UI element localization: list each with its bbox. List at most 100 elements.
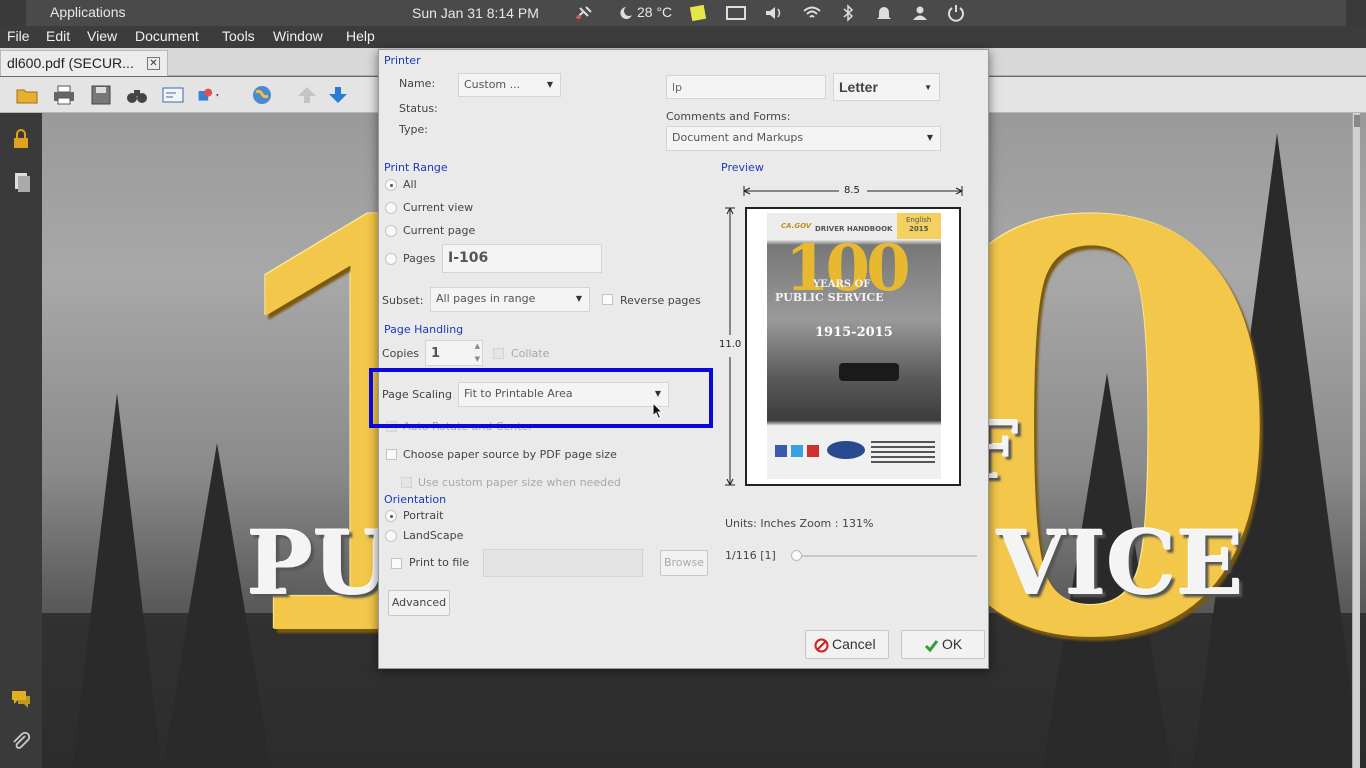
user-icon[interactable] — [910, 4, 930, 22]
print-range-heading: Print Range — [384, 161, 448, 174]
cover-year: 2015 — [909, 225, 929, 233]
print-to-file-checkbox[interactable] — [391, 558, 402, 569]
binoculars-icon[interactable] — [125, 84, 149, 106]
comments-forms-label: Comments and Forms: — [666, 110, 791, 123]
ok-label: OK — [942, 636, 963, 652]
scrollbar-thumb[interactable] — [1354, 115, 1360, 127]
vertical-scrollbar[interactable] — [1352, 113, 1360, 768]
screen-icon[interactable] — [726, 4, 746, 22]
comments-icon[interactable] — [10, 688, 32, 710]
printer-input[interactable]: lp — [666, 75, 826, 99]
paper-size-select[interactable]: Letter ▼ — [833, 73, 940, 101]
radio-pages[interactable] — [385, 253, 397, 265]
bluetooth-icon[interactable] — [838, 4, 858, 22]
radio-all-label[interactable]: All — [403, 178, 417, 191]
cover-vintage-car — [839, 363, 899, 381]
radio-current-page-label[interactable]: Current page — [403, 224, 475, 237]
comments-forms-select[interactable]: Document and Markups ▼ — [666, 126, 941, 151]
pages-icon[interactable] — [10, 171, 32, 193]
reverse-pages-label[interactable]: Reverse pages — [620, 294, 701, 307]
type-label: Type: — [399, 123, 428, 136]
save-icon[interactable] — [89, 84, 113, 106]
menu-document[interactable]: Document — [135, 28, 199, 44]
document-tab[interactable]: dl600.pdf (SECUR... ✕ — [0, 50, 168, 76]
radio-portrait-label[interactable]: Portrait — [403, 509, 443, 522]
radio-current-view-label[interactable]: Current view — [403, 201, 473, 214]
menu-file[interactable]: File — [7, 28, 30, 44]
wifi-icon[interactable] — [802, 4, 822, 22]
radio-all[interactable] — [385, 179, 397, 191]
temperature[interactable]: 28 °C — [637, 4, 672, 20]
attachment-icon[interactable] — [10, 730, 32, 752]
volume-icon[interactable] — [764, 4, 784, 22]
preview-page-slider[interactable] — [791, 550, 977, 561]
share-icon[interactable] — [197, 84, 221, 106]
down-arrow-icon[interactable] — [326, 84, 350, 106]
clock[interactable]: Sun Jan 31 8:14 PM — [412, 5, 539, 21]
power-icon[interactable] — [946, 4, 966, 22]
satellite-icon[interactable] — [574, 4, 594, 22]
radio-pages-label[interactable]: Pages — [403, 252, 435, 265]
collate-label: Collate — [511, 347, 550, 360]
slider-knob[interactable] — [791, 550, 802, 561]
printer-name-select[interactable]: Custom ... ▼ — [458, 73, 561, 97]
radio-portrait[interactable] — [385, 510, 397, 522]
radio-current-view[interactable] — [385, 202, 397, 214]
subset-value: All pages in range — [436, 292, 536, 305]
cancel-button[interactable]: Cancel — [805, 630, 889, 659]
advanced-button[interactable]: Advanced — [388, 590, 450, 616]
browse-button[interactable]: Browse — [660, 550, 708, 576]
custom-paper-checkbox[interactable] — [401, 477, 412, 488]
cover-credits — [871, 441, 935, 465]
globe-icon[interactable] — [250, 84, 274, 106]
status-label: Status: — [399, 102, 438, 115]
sticky-note-icon[interactable] — [688, 4, 708, 22]
reverse-pages-checkbox[interactable] — [602, 294, 613, 305]
lock-icon[interactable] — [10, 128, 32, 150]
chevron-down-icon: ▼ — [575, 294, 582, 303]
open-folder-icon[interactable] — [15, 84, 39, 106]
preview-width: 8.5 — [844, 185, 860, 196]
radio-current-page[interactable] — [385, 225, 397, 237]
ok-button[interactable]: OK — [901, 630, 985, 659]
cover-years-of: YEARS OF — [813, 279, 871, 290]
pages-range-input[interactable]: I-106 — [442, 244, 602, 273]
copies-value: 1 — [431, 346, 441, 361]
page-indicator: 1/116 [1] — [725, 549, 776, 562]
print-to-file-label[interactable]: Print to file — [409, 556, 469, 569]
subset-label: Subset: — [382, 294, 424, 307]
bell-icon[interactable] — [874, 4, 894, 22]
preview-heading: Preview — [721, 161, 764, 174]
youtube-icon — [807, 445, 819, 457]
print-icon[interactable] — [52, 84, 76, 106]
cover-lang: English — [906, 216, 932, 224]
menu-view[interactable]: View — [87, 28, 117, 44]
menu-help[interactable]: Help — [346, 28, 375, 44]
menu-edit[interactable]: Edit — [46, 28, 70, 44]
cover-public-service: PUBLIC SERVICE — [775, 291, 884, 304]
weather-moon-icon — [620, 7, 632, 19]
chevron-down-icon: ▼ — [924, 83, 932, 92]
copies-stepper[interactable]: 1 ▲ ▼ — [425, 340, 483, 366]
paper-source-checkbox[interactable] — [386, 449, 397, 460]
up-arrow-icon[interactable] — [295, 84, 319, 106]
tab-label: dl600.pdf (SECUR... — [7, 55, 134, 71]
email-icon[interactable] — [161, 84, 185, 106]
subset-select[interactable]: All pages in range ▼ — [430, 287, 590, 312]
left-sidebar-rail — [0, 113, 42, 768]
facebook-icon — [775, 445, 787, 457]
paper-source-label[interactable]: Choose paper source by PDF page size — [403, 448, 617, 461]
spin-up-icon[interactable]: ▲ — [475, 342, 480, 350]
panel-corner-right — [1346, 0, 1366, 26]
close-icon[interactable]: ✕ — [147, 57, 160, 70]
radio-landscape-label[interactable]: LandScape — [403, 529, 463, 542]
print-to-file-path[interactable] — [483, 549, 643, 577]
spin-down-icon[interactable]: ▼ — [475, 355, 480, 363]
menu-tools[interactable]: Tools — [222, 28, 255, 44]
menu-window[interactable]: Window — [273, 28, 323, 44]
applications-menu[interactable]: Applications — [50, 4, 126, 20]
preview-height: 11.0 — [719, 339, 742, 350]
radio-landscape[interactable] — [385, 530, 397, 542]
page-handling-heading: Page Handling — [384, 323, 464, 336]
collate-checkbox[interactable] — [493, 348, 504, 359]
